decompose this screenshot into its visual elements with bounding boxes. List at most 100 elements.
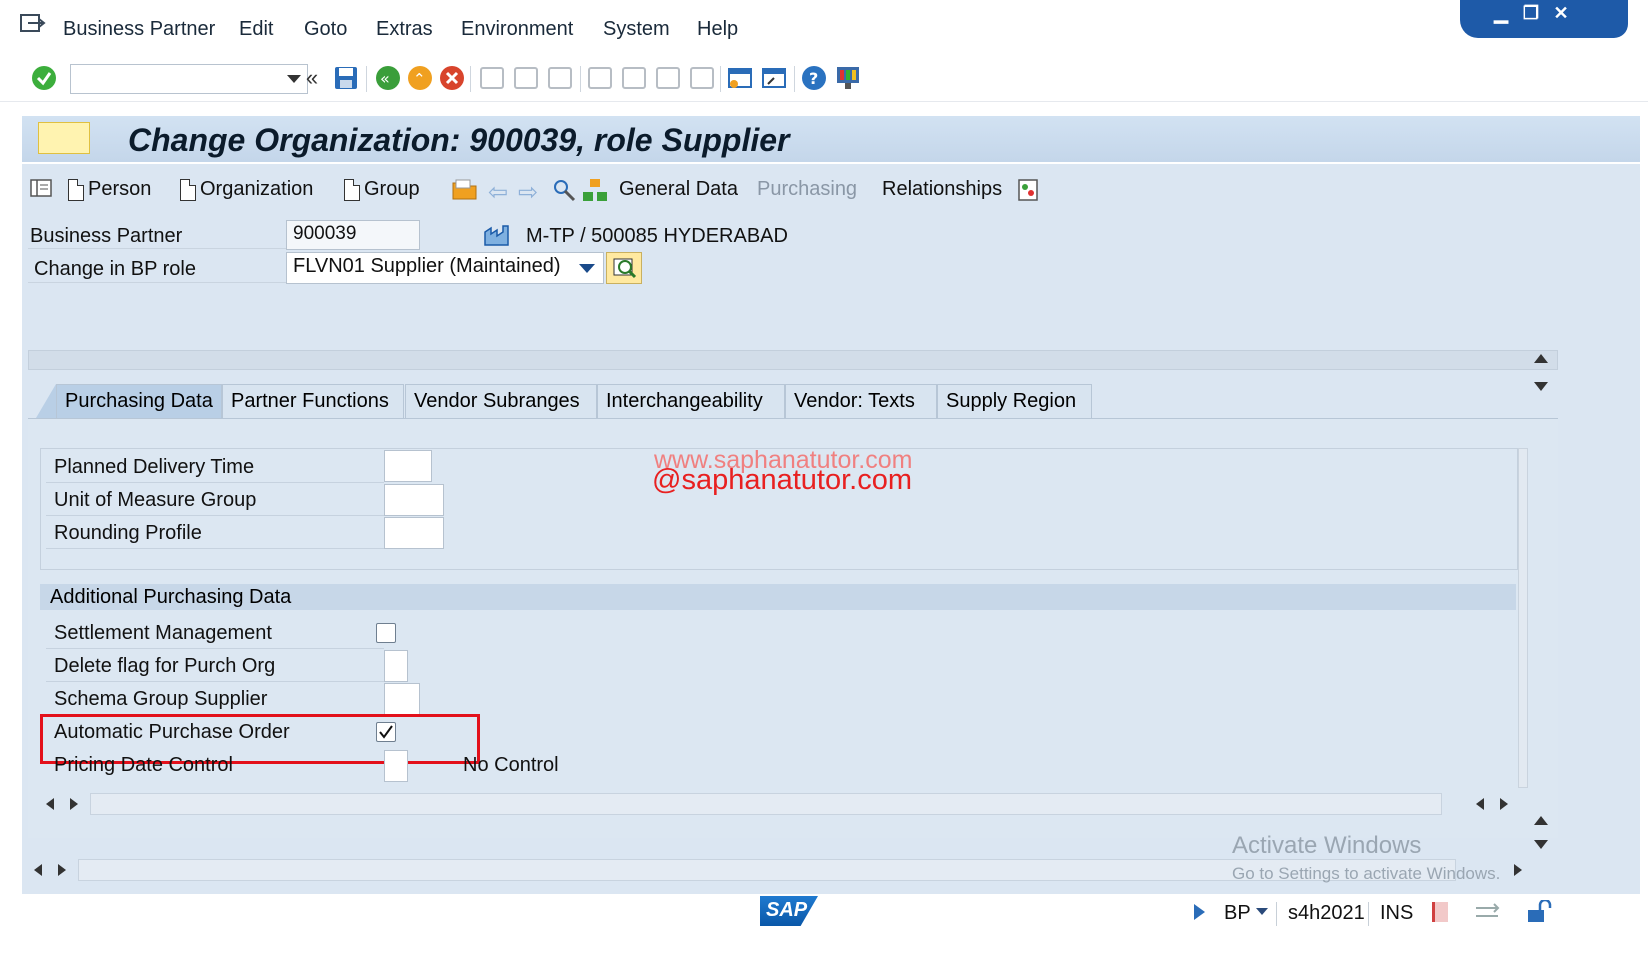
pricing-date-control-label: Pricing Date Control [54, 754, 233, 776]
shortcut-icon[interactable] [760, 64, 788, 92]
tab-partner-functions[interactable]: Partner Functions [222, 384, 404, 418]
business-partner-field[interactable]: 900039 [286, 220, 420, 250]
customize-layout-icon[interactable] [834, 64, 862, 92]
minimize-icon[interactable]: ▁ [1488, 2, 1514, 24]
scroll-right-icon[interactable] [1500, 798, 1508, 810]
scroll-right-icon[interactable] [70, 798, 78, 810]
previous-page-icon[interactable] [620, 64, 648, 92]
hierarchy-icon[interactable] [582, 178, 608, 202]
menu-goto[interactable]: Goto [304, 18, 347, 41]
new-session-icon[interactable] [726, 64, 754, 92]
close-icon[interactable]: ✕ [1548, 2, 1574, 24]
purchasing-button[interactable]: Purchasing [757, 178, 857, 201]
planned-delivery-time-field[interactable] [384, 450, 432, 482]
business-partner-icon[interactable] [38, 122, 90, 154]
restore-icon[interactable]: ❐ [1518, 2, 1544, 24]
cancel-icon[interactable] [438, 64, 466, 92]
locator-toggle-icon[interactable] [30, 178, 52, 198]
scroll-up-icon[interactable] [1534, 354, 1548, 363]
create-organization-label: Organization [200, 178, 314, 200]
tab-purchasing-data[interactable]: Purchasing Data [56, 384, 222, 418]
document-icon [68, 178, 84, 201]
scroll-right-icon[interactable] [1514, 864, 1522, 876]
transaction-code[interactable]: BP [1224, 902, 1251, 925]
enter-icon[interactable] [30, 64, 58, 92]
scroll-left-icon[interactable] [1476, 798, 1484, 810]
help-icon[interactable]: ? [800, 64, 828, 92]
menu-toggle-icon[interactable] [20, 14, 48, 36]
rounding-profile-field[interactable] [384, 517, 444, 549]
settlement-management-label: Settlement Management [54, 622, 272, 644]
vertical-scrollbar[interactable] [1518, 448, 1528, 788]
chevron-down-icon[interactable] [579, 264, 595, 273]
business-partner-description: M-TP / 500085 HYDERABAD [526, 225, 788, 247]
tab-vendor-subranges[interactable]: Vendor Subranges [405, 384, 597, 418]
svg-text:?: ? [809, 69, 818, 88]
bp-role-label: Change in BP role [34, 258, 196, 280]
find-next-icon[interactable] [546, 64, 574, 92]
bp-role-value: FLVN01 Supplier (Maintained) [293, 255, 561, 277]
menu-system[interactable]: System [603, 18, 670, 41]
sap-logo: SAP [760, 896, 818, 926]
connection-icon [1474, 902, 1500, 922]
find-icon[interactable] [512, 64, 540, 92]
insert-mode[interactable]: INS [1380, 902, 1413, 925]
bp-role-select[interactable]: FLVN01 Supplier (Maintained) [286, 252, 604, 284]
section-title: Additional Purchasing Data [50, 586, 292, 608]
schema-group-supplier-label: Schema Group Supplier [54, 688, 268, 710]
first-page-icon[interactable] [586, 64, 614, 92]
last-page-icon[interactable] [688, 64, 716, 92]
scroll-left-icon[interactable] [46, 798, 54, 810]
back-chevrons-icon[interactable]: « [298, 64, 326, 92]
chevron-down-icon[interactable] [1256, 908, 1268, 915]
header-band [28, 350, 1558, 370]
menu-edit[interactable]: Edit [239, 18, 273, 41]
status-toggle-icon[interactable] [1194, 904, 1205, 920]
menu-extras[interactable]: Extras [376, 18, 433, 41]
tab-corner [36, 384, 56, 418]
unit-of-measure-group-field[interactable] [384, 484, 444, 516]
menu-business-partner[interactable]: Business Partner [63, 18, 215, 41]
activate-windows-title: Activate Windows [1232, 832, 1422, 859]
menu-help[interactable]: Help [697, 18, 738, 41]
business-partner-label: Business Partner [30, 225, 183, 247]
delete-flag-field[interactable] [384, 650, 408, 682]
print-icon[interactable] [478, 64, 506, 92]
scroll-down-icon[interactable] [1534, 382, 1548, 391]
settlement-management-checkbox[interactable] [376, 623, 396, 643]
create-group-button[interactable]: Group [344, 178, 420, 201]
schema-group-supplier-field[interactable] [384, 683, 420, 715]
create-organization-button[interactable]: Organization [180, 178, 313, 201]
relationships-button[interactable]: Relationships [882, 178, 1002, 201]
command-field[interactable] [70, 64, 308, 94]
create-person-label: Person [88, 178, 152, 200]
scroll-down-icon[interactable] [1534, 840, 1548, 849]
role-details-button[interactable] [606, 252, 642, 284]
create-person-button[interactable]: Person [68, 178, 151, 201]
scroll-left-icon[interactable] [34, 864, 42, 876]
horizontal-scrollbar[interactable] [90, 793, 1442, 815]
next-page-icon[interactable] [654, 64, 682, 92]
tab-supply-region[interactable]: Supply Region [937, 384, 1092, 418]
back-icon[interactable]: « [374, 64, 402, 92]
toolbar-separator [720, 66, 721, 92]
tab-interchangeability[interactable]: Interchangeability [597, 384, 785, 418]
scroll-up-icon[interactable] [1534, 816, 1548, 825]
exit-icon[interactable]: ⌃ [406, 64, 434, 92]
tab-vendor-texts[interactable]: Vendor: Texts [785, 384, 937, 418]
lock-icon[interactable] [1526, 898, 1552, 924]
status-bar: SAP BP s4h2021 INS [0, 894, 1648, 972]
divider [28, 282, 286, 283]
save-icon[interactable] [332, 64, 360, 92]
page-title: Change Organization: 900039, role Suppli… [128, 122, 790, 158]
toolbar-separator [580, 66, 581, 92]
previous-arrow-icon[interactable]: ⇦ [488, 178, 508, 207]
tools-icon[interactable] [552, 178, 578, 202]
general-data-button[interactable]: General Data [619, 178, 738, 201]
relationship-graph-icon[interactable] [1016, 178, 1040, 202]
scroll-right-icon[interactable] [58, 864, 66, 876]
menu-environment[interactable]: Environment [461, 18, 573, 41]
next-arrow-icon[interactable]: ⇨ [518, 178, 538, 207]
pricing-date-control-field[interactable] [384, 750, 408, 782]
open-folder-icon[interactable] [452, 178, 478, 200]
